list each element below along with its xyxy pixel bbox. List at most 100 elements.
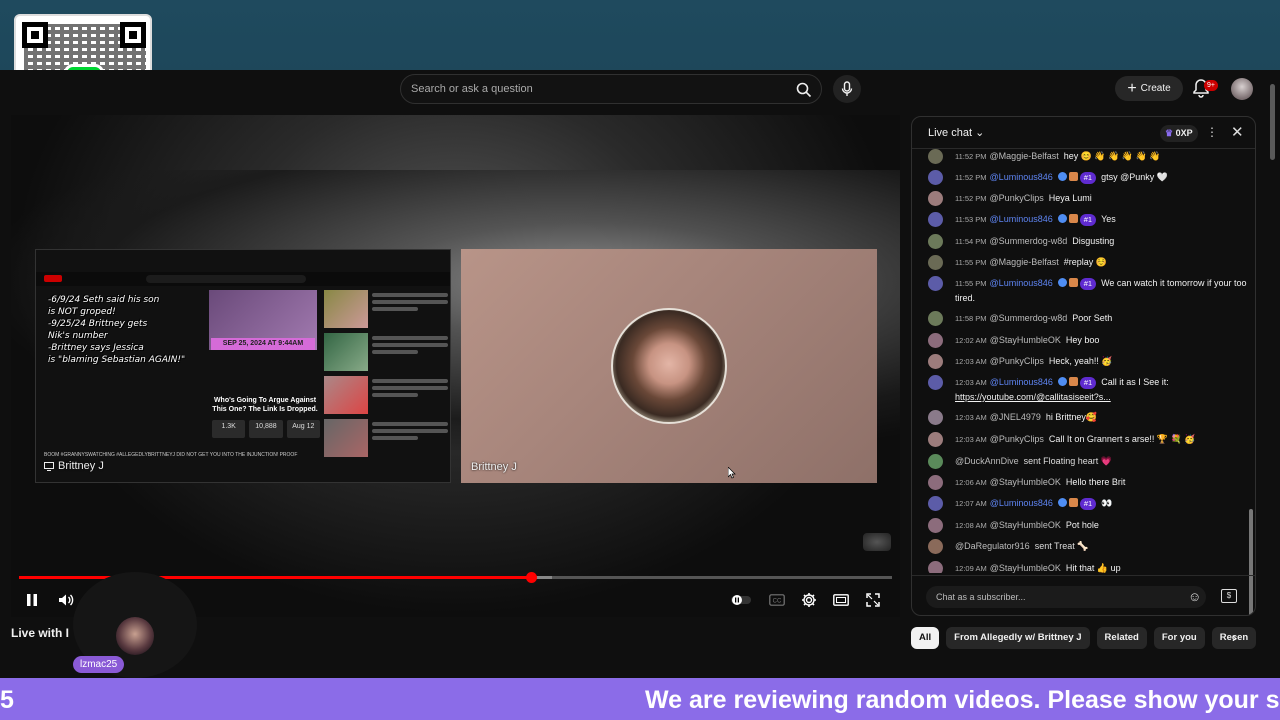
chat-author-avatar[interactable]: [928, 539, 943, 554]
chips-next-button[interactable]: ›: [1232, 629, 1237, 645]
mini-youtube-header: [36, 272, 450, 286]
rank-badge: #1: [1079, 278, 1097, 290]
page-scrollbar[interactable]: [1268, 70, 1276, 678]
chat-close-button[interactable]: ✕: [1231, 123, 1244, 141]
search-box: [400, 74, 822, 104]
search-input[interactable]: [411, 79, 781, 99]
filter-chip[interactable]: For you: [1153, 627, 1205, 649]
autoplay-toggle[interactable]: [729, 588, 753, 612]
chat-author-name[interactable]: @Luminous846: [990, 214, 1053, 224]
chat-author-name[interactable]: @PunkyClips: [990, 356, 1044, 366]
chat-author-name[interactable]: @DaRegulator916: [955, 541, 1030, 551]
chat-message-link[interactable]: https://youtube.com/@callitasiseeit?s...: [955, 392, 1111, 402]
pause-button[interactable]: [20, 588, 44, 612]
chat-author-name[interactable]: @PunkyClips: [990, 193, 1044, 203]
search-button[interactable]: [793, 79, 815, 101]
filter-chip[interactable]: Related: [1096, 627, 1147, 649]
chat-author-name[interactable]: @Luminous846: [990, 498, 1053, 508]
chat-timestamp: 11:53 PM: [955, 215, 987, 224]
chat-author-name[interactable]: @JNEL4979: [990, 412, 1041, 422]
chat-message-text: hey 😊 👋 👋 👋 👋 👋: [1063, 151, 1161, 161]
streamer-webcam-face: [116, 617, 154, 655]
chat-author-avatar[interactable]: [928, 255, 943, 270]
chat-message: 11:58 PM @Summerdog-w8d Poor Seth: [928, 311, 1247, 326]
youtube-logo-icon: [44, 275, 62, 282]
chat-author-avatar[interactable]: [928, 375, 943, 390]
chat-author-avatar[interactable]: [928, 475, 943, 490]
chat-author-name[interactable]: @Maggie-Belfast: [990, 257, 1059, 267]
member-badge-icon: [1068, 377, 1078, 386]
chat-author-avatar[interactable]: [928, 410, 943, 425]
volume-button[interactable]: [54, 588, 78, 612]
chat-message-text: Hit that 👍 up: [1065, 563, 1121, 573]
chat-message-list[interactable]: 11:52 PM @Maggie-Belfast hey 😊 👋 👋 👋 👋 👋 11…: [912, 149, 1247, 573]
chat-author-name[interactable]: @Maggie-Belfast: [990, 151, 1059, 161]
xp-badge[interactable]: ♛ 0XP: [1160, 125, 1198, 142]
video-player[interactable]: -6/9/24 Seth said his son is NOT groped!…: [11, 115, 900, 617]
chat-author-name[interactable]: @StayHumbleOK: [990, 477, 1061, 487]
chat-author-name[interactable]: @Summerdog-w8d: [990, 236, 1068, 246]
page-scrollbar-thumb[interactable]: [1270, 84, 1275, 160]
scrubber-handle[interactable]: [526, 572, 538, 583]
chat-author-avatar[interactable]: [928, 561, 943, 573]
voice-search-button[interactable]: [833, 75, 861, 103]
settings-button[interactable]: [797, 588, 821, 612]
chat-author-avatar[interactable]: [928, 170, 943, 185]
screen-share-name: Brittney J: [58, 460, 104, 472]
chat-more-options-button[interactable]: ⋮: [1206, 125, 1218, 139]
chat-author-avatar[interactable]: [928, 311, 943, 326]
chat-author-name[interactable]: @DuckAnnDive: [955, 456, 1019, 466]
chat-author-avatar[interactable]: [928, 212, 943, 227]
fullscreen-button[interactable]: [861, 588, 885, 612]
chat-author-name[interactable]: @Luminous846: [990, 172, 1053, 182]
create-button[interactable]: + Create: [1115, 76, 1183, 101]
filter-chip[interactable]: All: [911, 627, 940, 649]
chat-message-body: 11:52 PM @Luminous846 #1 gtsy @Punky 🤍: [955, 170, 1247, 185]
qr-finder-top-right: [120, 22, 146, 48]
chat-timestamp: 12:07 AM: [955, 499, 987, 508]
filter-chip[interactable]: From Allegedly w/ Brittney J: [946, 627, 1090, 649]
screen-share-label: Brittney J: [44, 460, 104, 472]
chat-input[interactable]: [926, 586, 1206, 608]
account-avatar[interactable]: [1231, 78, 1253, 100]
chat-message: @DaRegulator916 sent Treat 🦴: [928, 539, 1247, 554]
chat-author-name[interactable]: @StayHumbleOK: [990, 335, 1061, 345]
chat-author-name[interactable]: @Summerdog-w8d: [990, 313, 1068, 323]
chat-mode-dropdown[interactable]: Live chat ⌄: [928, 126, 984, 139]
emoji-button[interactable]: ☺: [1188, 589, 1201, 604]
chat-author-name[interactable]: @StayHumbleOK: [990, 563, 1061, 573]
video-title[interactable]: Live with I: [11, 626, 71, 640]
chat-message-text: Poor Seth: [1072, 313, 1113, 323]
theater-mode-button[interactable]: [829, 588, 853, 612]
channel-watermark[interactable]: [863, 533, 891, 551]
chat-author-avatar[interactable]: [928, 333, 943, 348]
chat-author-avatar[interactable]: [928, 354, 943, 369]
chat-author-avatar[interactable]: [928, 149, 943, 164]
chat-message-body: 11:55 PM @Luminous846 #1 We can watch it to…: [955, 276, 1247, 306]
chat-message: 12:03 AM @PunkyClips Heck, yeah!! 🥳: [928, 354, 1247, 369]
captions-button[interactable]: CC: [765, 588, 789, 612]
chat-message-body: 11:52 PM @Maggie-Belfast hey 😊 👋 👋 👋 👋 👋: [955, 149, 1247, 164]
chat-author-avatar[interactable]: [928, 496, 943, 511]
chat-author-name[interactable]: @PunkyClips: [990, 434, 1044, 444]
chat-message: 11:52 PM @Luminous846 #1 gtsy @Punky 🤍: [928, 170, 1247, 185]
stat-views: 10,888: [249, 420, 283, 438]
chat-timestamp: 12:03 AM: [955, 357, 987, 366]
chat-author-avatar[interactable]: [928, 276, 943, 291]
rank-badge: #1: [1079, 214, 1097, 226]
chat-author-name[interactable]: @StayHumbleOK: [990, 520, 1061, 530]
date-tag: SEP 25, 2024 AT 9:44AM: [211, 338, 315, 350]
ticker-text: We are reviewing random videos. Please s…: [645, 686, 1280, 714]
super-chat-button[interactable]: $: [1221, 589, 1237, 603]
chat-author-avatar[interactable]: [928, 454, 943, 469]
chat-author-avatar[interactable]: [928, 518, 943, 533]
chat-author-avatar[interactable]: [928, 432, 943, 447]
chat-author-name[interactable]: @Luminous846: [990, 278, 1053, 288]
qr-finder-top-left: [22, 22, 48, 48]
chat-message: @DuckAnnDive sent Floating heart 💗: [928, 454, 1247, 469]
chat-author-avatar[interactable]: [928, 191, 943, 206]
chat-author-name[interactable]: @Luminous846: [990, 377, 1053, 387]
chat-author-avatar[interactable]: [928, 234, 943, 249]
chat-message-body: 12:07 AM @Luminous846 #1 👀: [955, 496, 1247, 511]
verified-badge-icon: [1057, 172, 1067, 181]
